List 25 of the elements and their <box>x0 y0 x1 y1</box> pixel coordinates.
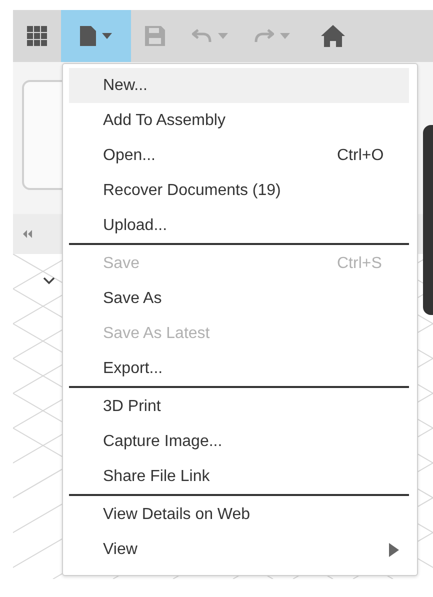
menu-item[interactable]: Add To Assembly <box>69 103 409 138</box>
menu-item[interactable]: Export... <box>69 351 409 386</box>
menu-item[interactable]: Save As <box>69 281 409 316</box>
file-icon <box>80 26 96 46</box>
menu-item[interactable]: 3D Print <box>69 389 409 424</box>
menu-item[interactable]: View <box>69 532 409 567</box>
shortcut-text: Ctrl+O <box>337 146 385 164</box>
caret-icon <box>280 33 290 39</box>
menu-item[interactable]: New... <box>69 68 409 103</box>
redo-arrow-icon <box>254 29 274 43</box>
home-icon <box>321 25 345 47</box>
undo-arrow-icon <box>192 29 212 43</box>
menu-item[interactable]: View Details on Web <box>69 497 409 532</box>
menu-item[interactable]: Share File Link <box>69 459 409 494</box>
menu-item[interactable]: Upload... <box>69 208 409 243</box>
menu-item[interactable]: Open... Ctrl+O <box>69 138 409 173</box>
caret-icon <box>102 33 112 39</box>
file-button[interactable] <box>61 10 131 62</box>
menu-item[interactable]: Recover Documents (19) <box>69 173 409 208</box>
chevron-down-icon <box>43 277 55 285</box>
apps-grid-icon <box>27 26 47 46</box>
menu-item[interactable]: Capture Image... <box>69 424 409 459</box>
double-chevron-left-icon <box>23 230 33 238</box>
shortcut-text: Ctrl+S <box>337 254 383 272</box>
caret-icon <box>218 33 228 39</box>
